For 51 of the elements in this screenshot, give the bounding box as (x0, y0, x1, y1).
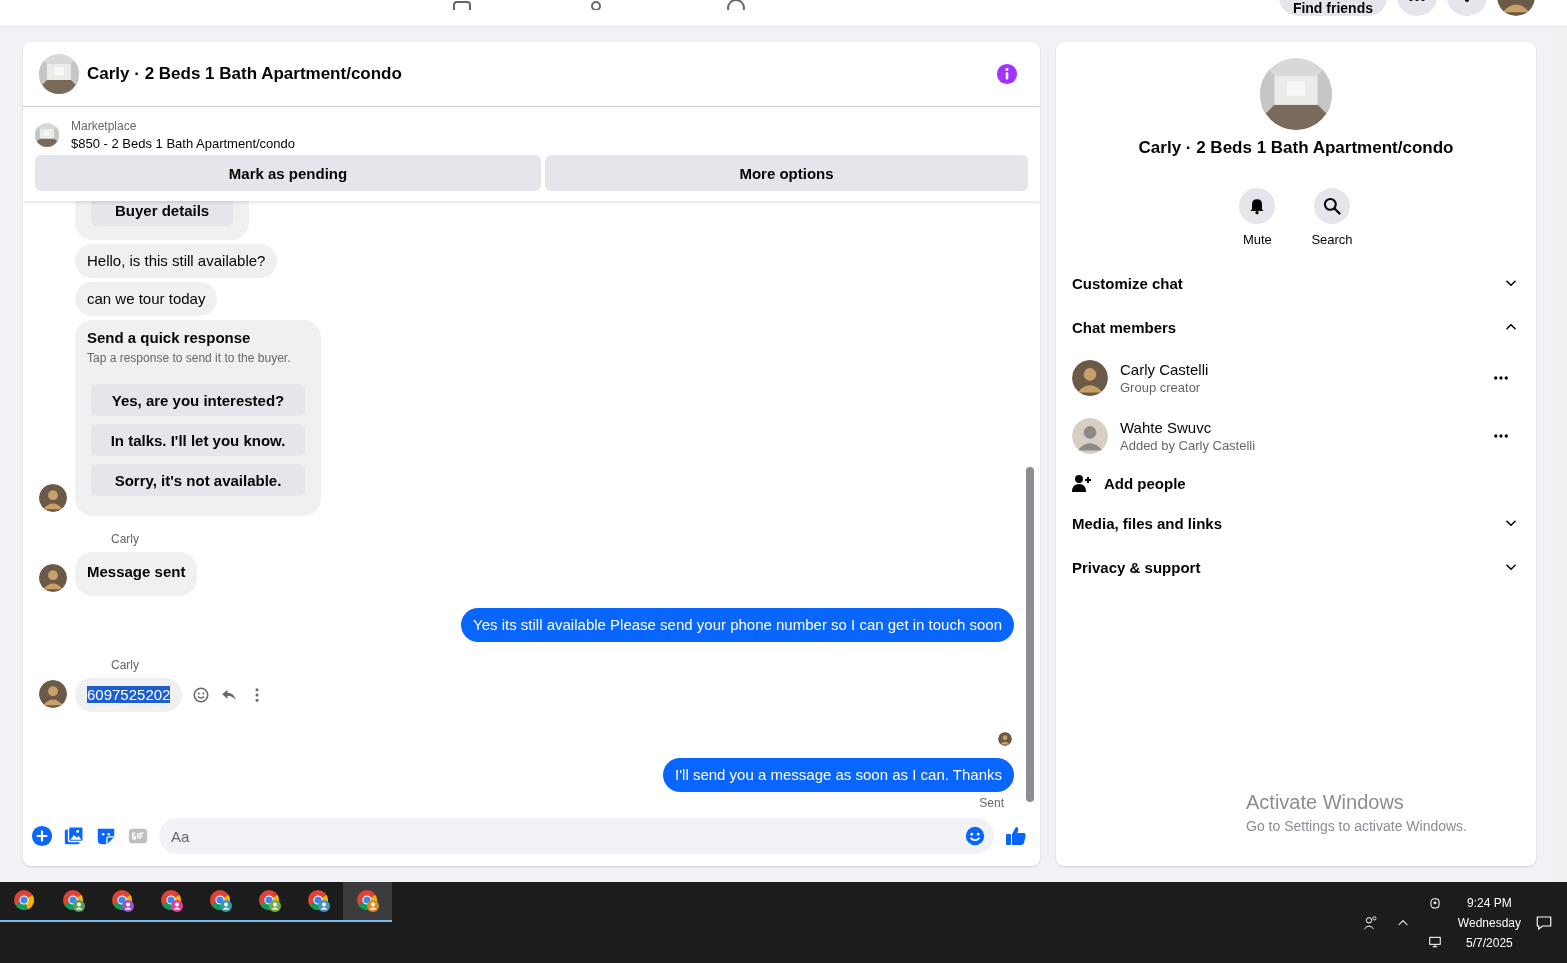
sender-name: Carly (111, 658, 140, 672)
avatar (1072, 418, 1108, 454)
message-bubble: Hello, is this still available? (75, 244, 278, 278)
message-bubble: can we tour today (75, 282, 218, 316)
card-title: Send a quick response (87, 328, 252, 348)
notification-icon[interactable] (1535, 913, 1553, 932)
member-name[interactable]: Wahte Swuvc (1120, 419, 1492, 436)
quick-reply-button[interactable]: Sorry, it's not available. (91, 464, 305, 496)
chat-title: Carly · 2 Beds 1 Bath Apartment/condo (87, 64, 403, 84)
activation-hint: Go to Settings to activate Windows. (1246, 818, 1467, 834)
message-bubble: Message sent (75, 552, 198, 596)
find-friends-button[interactable]: Find friends (1278, 0, 1387, 16)
member-role: Added by Carly Castelli (1120, 438, 1257, 453)
member-name[interactable]: Carly Castelli (1120, 361, 1492, 378)
add-people-button[interactable]: Add people (1072, 465, 1520, 501)
member-role: Group creator (1120, 380, 1202, 395)
sender-name: Carly (111, 532, 140, 546)
thumbs-up-icon[interactable] (1004, 824, 1028, 848)
add-person-icon (1072, 474, 1092, 492)
action-label[interactable]: Search (1311, 232, 1353, 247)
message-field[interactable]: Aa (159, 818, 994, 854)
message-status: Sent (978, 796, 1005, 810)
listing-source: Marketplace (71, 119, 138, 133)
avatar (998, 732, 1012, 746)
message-bubble: I'll send you a message as soon as I can. Thanks (663, 758, 1014, 792)
browser-taskbar-icon[interactable] (343, 882, 392, 922)
info-icon[interactable] (996, 63, 1018, 85)
section-header[interactable]: Privacy & support (1072, 545, 1520, 589)
card-hint: Tap a response to send it to the buyer. (87, 350, 292, 367)
emoji-icon[interactable] (192, 686, 211, 704)
search-icon[interactable] (1314, 188, 1350, 224)
more-options-button[interactable]: More options (545, 155, 1028, 191)
emoji-icon[interactable] (964, 825, 986, 847)
listing-summary[interactable]: $850 - 2 Beds 1 Bath Apartment/condo (71, 136, 296, 151)
avatar (1072, 360, 1108, 396)
buyer-details-button[interactable]: Buyer details (91, 201, 234, 226)
quick-reply-button[interactable]: Yes, are you interested? (91, 384, 305, 416)
activation-title: Activate Windows (1246, 791, 1405, 814)
image-icon[interactable] (63, 825, 85, 847)
mark-pending-button[interactable]: Mark as pending (35, 155, 541, 191)
plus-icon[interactable] (31, 825, 53, 847)
clock[interactable]: 9:24 PM Wednesday 5/7/2025 (1457, 895, 1521, 950)
section-header[interactable]: Chat members (1072, 305, 1520, 349)
quick-reply-button[interactable]: In talks. I'll let you know. (91, 424, 305, 456)
message-bubble: 6097525202 (75, 678, 183, 712)
message-bubble: Yes its still available Please send your phone number so I can get in touch soon (461, 608, 1014, 642)
section-header[interactable]: Media, files and links (1072, 501, 1520, 545)
people-icon[interactable] (1361, 913, 1380, 932)
section-header[interactable]: Customize chat (1072, 261, 1520, 305)
action-label[interactable]: Mute (1242, 232, 1272, 247)
chat-title: Carly · 2 Beds 1 Bath Apartment/condo (1137, 138, 1455, 158)
